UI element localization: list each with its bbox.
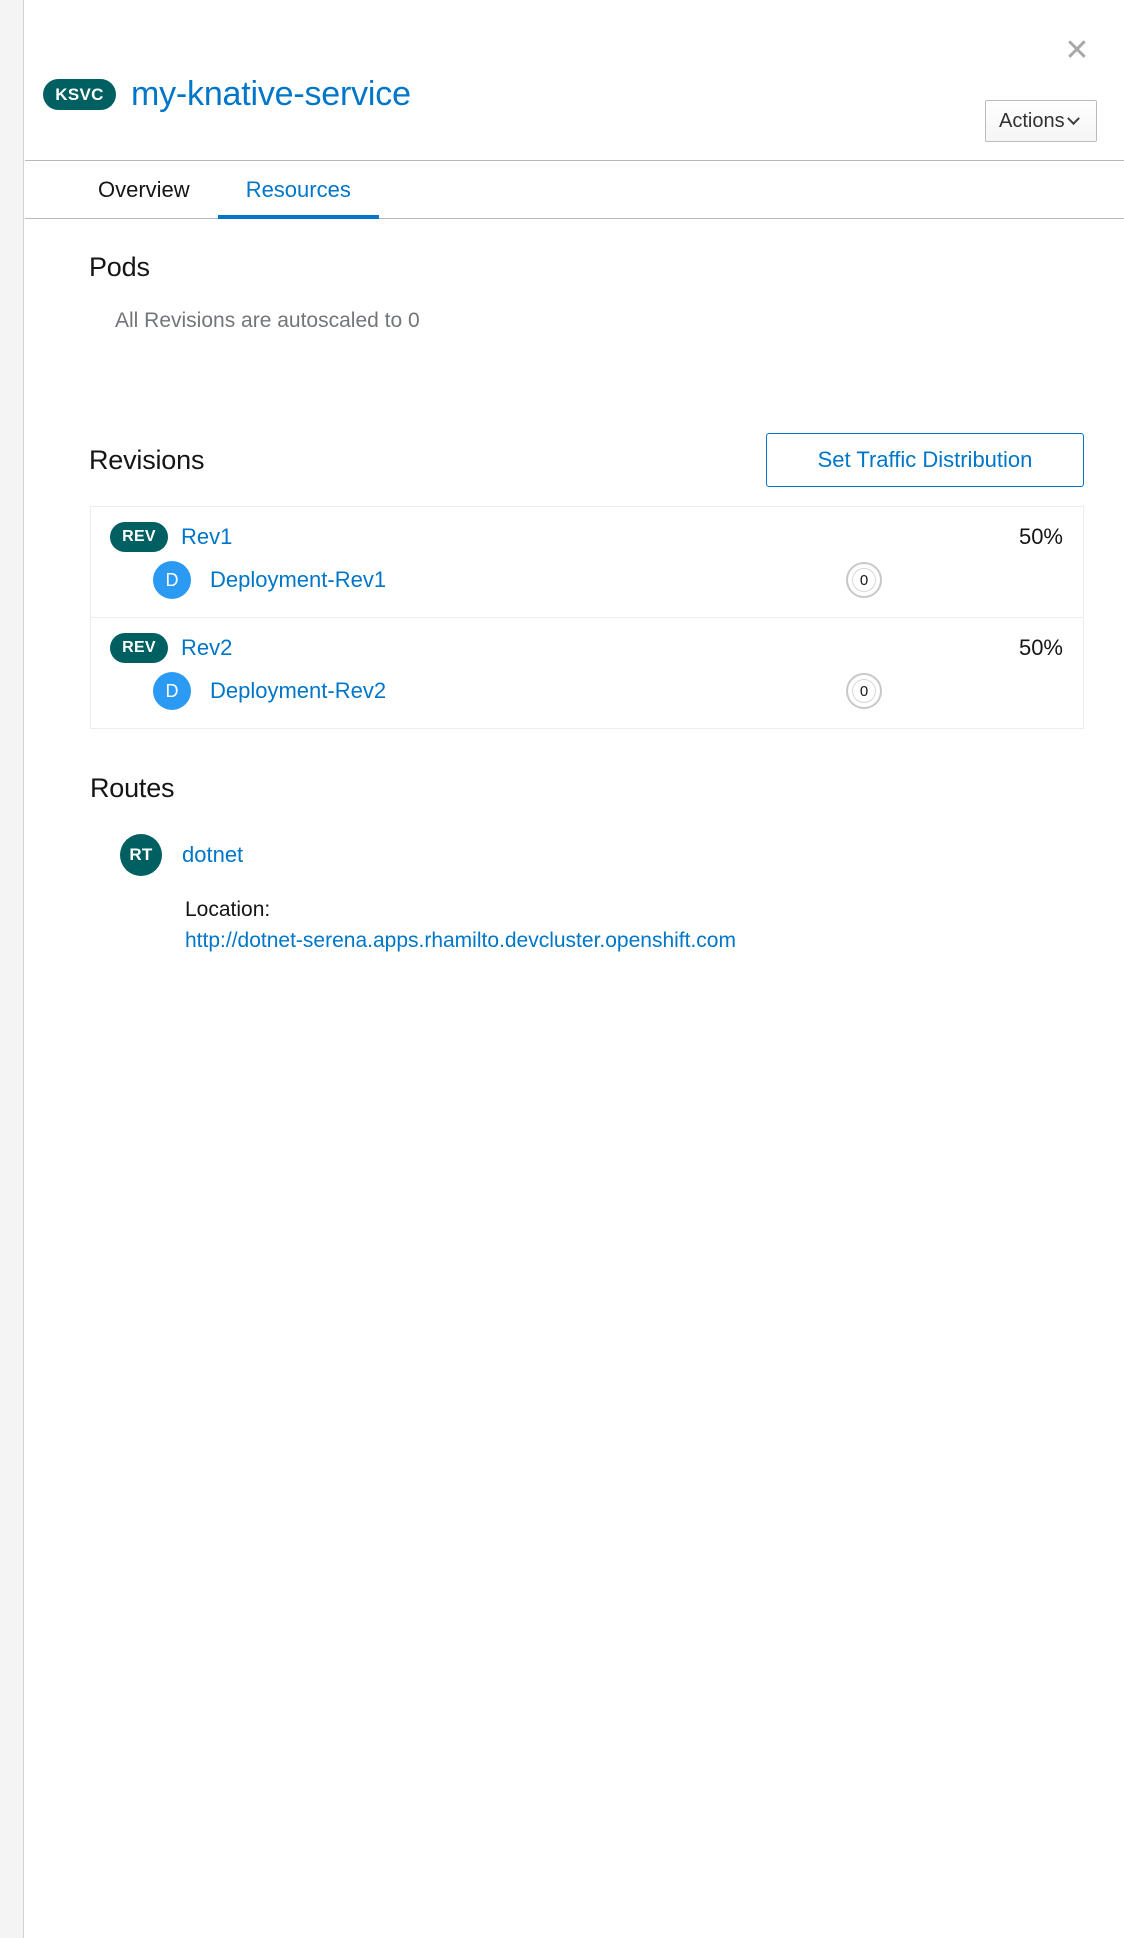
- page-title[interactable]: my-knative-service: [131, 75, 411, 114]
- title-row: KSVC my-knative-service: [43, 75, 411, 114]
- rev-badge: REV: [110, 633, 168, 663]
- route-location-url-link[interactable]: http://dotnet-serena.apps.rhamilto.devcl…: [185, 929, 1084, 953]
- revision-group: REV Rev1 50% D Deployment-Rev1 0: [91, 507, 1083, 618]
- actions-button-label: Actions: [999, 109, 1065, 132]
- close-icon[interactable]: ✕: [1060, 34, 1094, 68]
- actions-button[interactable]: Actions: [985, 100, 1097, 142]
- revision-traffic-percent: 50%: [1018, 524, 1063, 549]
- routes-heading: Routes: [90, 773, 175, 803]
- revision-row: REV Rev1 50%: [91, 507, 1083, 552]
- revision-name-link[interactable]: Rev2: [181, 635, 232, 661]
- pods-heading: Pods: [89, 252, 150, 282]
- revision-traffic-percent: 50%: [1018, 635, 1063, 660]
- revisions-header: Revisions Set Traffic Distribution: [89, 433, 1084, 487]
- pod-count-value: 0: [859, 571, 869, 589]
- panel-header: ✕ KSVC my-knative-service Actions: [25, 0, 1124, 160]
- set-traffic-distribution-button[interactable]: Set Traffic Distribution: [766, 433, 1084, 487]
- resources-content: Pods All Revisions are autoscaled to 0 R…: [25, 219, 1124, 953]
- pods-section: Pods All Revisions are autoscaled to 0: [45, 219, 1104, 333]
- left-gutter: [0, 0, 24, 1938]
- knative-service-detail-panel: ✕ KSVC my-knative-service Actions Overvi…: [0, 0, 1124, 1938]
- revisions-list: REV Rev1 50% D Deployment-Rev1 0 REV Rev…: [90, 506, 1084, 729]
- pod-count-value: 0: [859, 682, 869, 700]
- tab-overview[interactable]: Overview: [70, 161, 218, 218]
- deployment-name-link[interactable]: Deployment-Rev1: [210, 567, 386, 593]
- deployment-row: D Deployment-Rev2 0: [91, 663, 1083, 728]
- route-location-label: Location:: [185, 898, 271, 921]
- panel-body: ✕ KSVC my-knative-service Actions Overvi…: [25, 0, 1124, 1938]
- deployment-row: D Deployment-Rev1 0: [91, 552, 1083, 617]
- revisions-heading: Revisions: [89, 444, 205, 475]
- rt-badge: RT: [120, 834, 162, 876]
- pod-count-ring-icon[interactable]: 0: [846, 562, 882, 598]
- route-row: RT dotnet: [120, 834, 1084, 876]
- deployment-badge: D: [153, 672, 191, 710]
- pod-count-ring-icon[interactable]: 0: [846, 673, 882, 709]
- rev-badge: REV: [110, 522, 168, 552]
- revision-name-link[interactable]: Rev1: [181, 524, 232, 550]
- revision-row: REV Rev2 50%: [91, 618, 1083, 663]
- tab-bar: Overview Resources: [25, 160, 1124, 219]
- route-name-link[interactable]: dotnet: [182, 842, 243, 868]
- revision-group: REV Rev2 50% D Deployment-Rev2 0: [91, 618, 1083, 729]
- deployment-badge: D: [153, 561, 191, 599]
- chevron-down-icon: [1066, 111, 1080, 125]
- pods-autoscale-message: All Revisions are autoscaled to 0: [115, 309, 420, 332]
- tab-resources[interactable]: Resources: [217, 161, 379, 219]
- ksvc-badge: KSVC: [43, 79, 116, 110]
- deployment-name-link[interactable]: Deployment-Rev2: [210, 678, 386, 704]
- routes-section: Routes RT dotnet Location: http://dotnet…: [90, 773, 1084, 953]
